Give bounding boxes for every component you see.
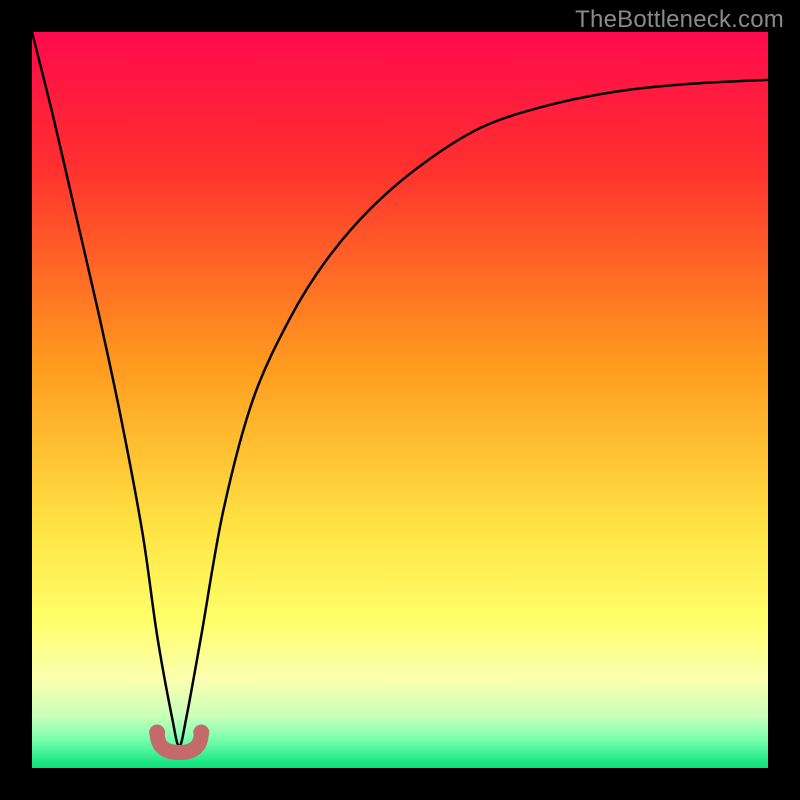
bottleneck-curve [32,32,768,746]
plot-area [32,32,768,768]
outer-frame: TheBottleneck.com [0,0,800,800]
optimum-dot-right [193,725,209,741]
watermark-text: TheBottleneck.com [575,6,784,34]
optimum-dot-left [149,725,165,741]
curve-layer [32,32,768,768]
